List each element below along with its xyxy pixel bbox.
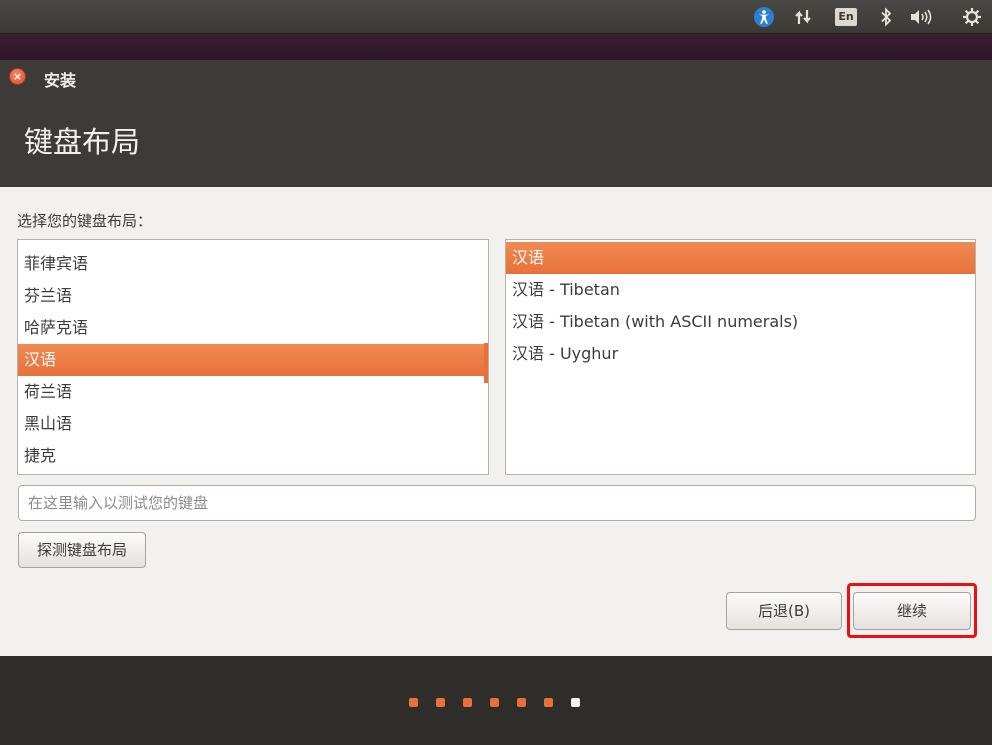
keyboard-indicator-icon[interactable]: En (832, 0, 860, 34)
close-icon: × (12, 70, 23, 83)
top-panel: En (0, 0, 992, 34)
continue-button[interactable]: 继续 (853, 592, 971, 630)
desktop-background (0, 34, 992, 60)
layout-list-scrollbar[interactable] (484, 343, 488, 383)
accessibility-icon[interactable] (750, 0, 778, 34)
layout-item-selected[interactable]: 汉语 (18, 344, 488, 376)
window-titlebar: × 安装 (0, 60, 992, 94)
layout-item[interactable]: 哈萨克语 (18, 312, 488, 344)
layout-item[interactable]: 荷兰语 (18, 376, 488, 408)
keyboard-indicator-label: En (835, 8, 857, 26)
installer-footer (0, 656, 992, 745)
layout-item[interactable]: 捷克 (18, 440, 488, 472)
variant-item-selected[interactable]: 汉语 (506, 242, 975, 274)
variant-item[interactable]: 汉语 - Uyghur (506, 338, 975, 370)
page-title: 键盘布局 (24, 125, 141, 159)
keyboard-layout-list[interactable]: 菲律宾语 芬兰语 哈萨克语 汉语 荷兰语 黑山语 捷克 (17, 239, 489, 475)
progress-dot (544, 698, 553, 707)
detect-layout-button[interactable]: 探测键盘布局 (18, 532, 146, 568)
layout-item[interactable]: 芬兰语 (18, 280, 488, 312)
page-header: 键盘布局 (0, 94, 992, 187)
layout-prompt: 选择您的键盘布局： (17, 212, 153, 230)
progress-dot (517, 698, 526, 707)
keyboard-test-input[interactable] (18, 485, 976, 521)
network-icon[interactable] (790, 0, 818, 34)
progress-dot (436, 698, 445, 707)
layout-item[interactable]: 菲律宾语 (18, 248, 488, 280)
keyboard-variant-list[interactable]: 汉语 汉语 - Tibetan 汉语 - Tibetan (with ASCII… (505, 239, 976, 475)
variant-item[interactable]: 汉语 - Tibetan (506, 274, 975, 306)
close-button[interactable]: × (9, 68, 26, 85)
window-title: 安装 (44, 71, 77, 90)
installer-window: × 安装 键盘布局 选择您的键盘布局： 菲律宾语 芬兰语 哈萨克语 汉语 荷兰语… (0, 60, 992, 745)
variant-item[interactable]: 汉语 - Tibetan (with ASCII numerals) (506, 306, 975, 338)
progress-dot (463, 698, 472, 707)
volume-icon[interactable] (906, 0, 936, 34)
progress-dot (490, 698, 499, 707)
layout-item[interactable]: 黑山语 (18, 408, 488, 440)
progress-dot-current (571, 698, 580, 707)
progress-dot (409, 698, 418, 707)
bluetooth-icon[interactable] (874, 0, 898, 34)
power-settings-icon[interactable] (958, 0, 986, 34)
progress-dots (409, 698, 580, 707)
back-button[interactable]: 后退(B) (726, 592, 842, 630)
